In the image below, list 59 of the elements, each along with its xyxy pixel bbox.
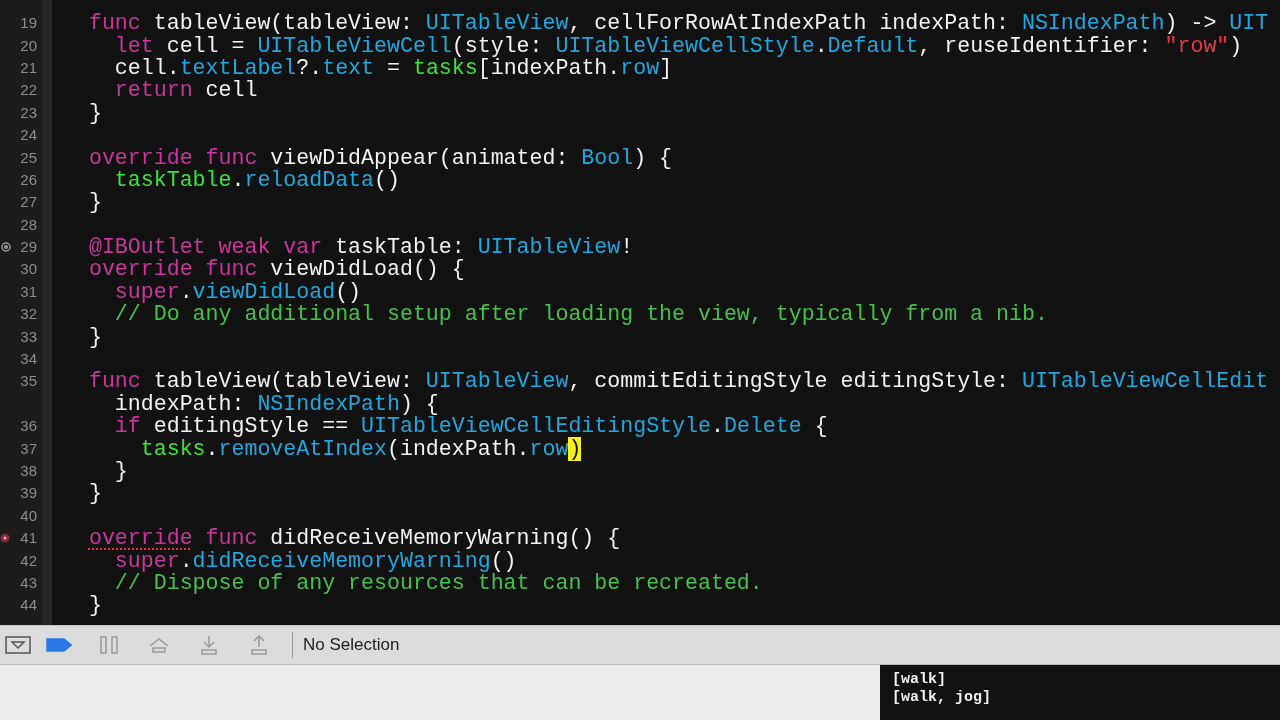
code-line: cell.textLabel?.text = tasks[indexPath.row] <box>113 56 673 79</box>
issue-marker-icon <box>0 533 10 543</box>
console-output: [walk] <box>892 671 947 689</box>
line-number: 30 <box>20 260 37 279</box>
line-number: 43 <box>20 573 37 592</box>
line-number: 24 <box>20 126 37 145</box>
code-line: indexPath: NSIndexPath) { <box>113 392 439 415</box>
code-line: override func didReceiveMemoryWarning() { <box>87 527 621 550</box>
step-over-icon <box>147 636 171 654</box>
code-line: return cell <box>113 79 258 102</box>
line-number: 28 <box>20 215 37 234</box>
line-number: 22 <box>20 81 37 100</box>
line-number: 39 <box>20 484 37 503</box>
line-number: 29 <box>20 238 37 257</box>
code-line: override func viewDidAppear(animated: Bool) { <box>87 146 673 169</box>
line-number: 21 <box>20 58 37 77</box>
line-number: 23 <box>20 103 37 122</box>
code-line: } <box>87 325 102 348</box>
code-line: } <box>87 101 102 124</box>
selection-label: No Selection <box>303 634 400 657</box>
code-line: override func viewDidLoad() { <box>87 258 465 281</box>
code-line: } <box>113 460 128 482</box>
step-out-icon <box>249 635 269 655</box>
line-number: 35 <box>20 372 37 391</box>
console-output: [walk, jog] <box>892 689 993 707</box>
outlet-connection-icon <box>1 241 11 252</box>
line-number: 34 <box>20 350 37 369</box>
pause-icon <box>99 636 119 654</box>
code-line: } <box>87 482 102 505</box>
code-line: super.didReceiveMemoryWarning() <box>113 549 517 572</box>
code-line: if editingStyle == UITableViewCellEditingStyle.Delete { <box>113 415 828 438</box>
code-line: tasks.removeAtIndex(indexPath.row) <box>139 437 582 460</box>
line-number: 25 <box>20 148 37 167</box>
panel-toggle-icon <box>5 636 31 654</box>
line-number: 42 <box>20 551 37 570</box>
line-number: 32 <box>20 305 37 324</box>
line-number: 31 <box>20 282 37 301</box>
code-line: taskTable.reloadData() <box>113 168 400 191</box>
line-number: 20 <box>20 36 37 55</box>
line-number: 40 <box>20 506 37 525</box>
code-line: super.viewDidLoad() <box>113 280 362 303</box>
code-line: let cell = UITableViewCell(style: UITableViewCellStyle.Default, reuseIdentifier: "row") <box>113 34 1243 57</box>
code-line: } <box>87 191 102 214</box>
line-number: 41 <box>20 529 37 548</box>
code-line: func tableView(tableView: UITableView, commitEditingStyle editingStyle: UITableViewCellEdit <box>87 370 1269 393</box>
line-number: 19 <box>20 14 37 33</box>
line-number: 37 <box>20 439 37 458</box>
line-number: 44 <box>20 596 37 615</box>
code-line: @IBOutlet weak var taskTable: UITableView! <box>87 236 634 259</box>
code-line: // Do any additional setup after loading the view, typically from a nib. <box>113 303 1048 326</box>
line-number: 33 <box>20 327 37 346</box>
line-number: 36 <box>20 417 37 436</box>
line-number: 38 <box>20 462 37 480</box>
step-into-icon <box>199 635 219 655</box>
line-number: 26 <box>20 170 37 189</box>
code-line: } <box>87 594 102 617</box>
code-line: // Dispose of any resources that can be recreated. <box>113 571 763 594</box>
code-line: func tableView(tableView: UITableView, cellForRowAtIndexPath indexPath: NSIndexPath) -> UIT <box>87 12 1269 35</box>
line-number: 27 <box>20 193 37 212</box>
